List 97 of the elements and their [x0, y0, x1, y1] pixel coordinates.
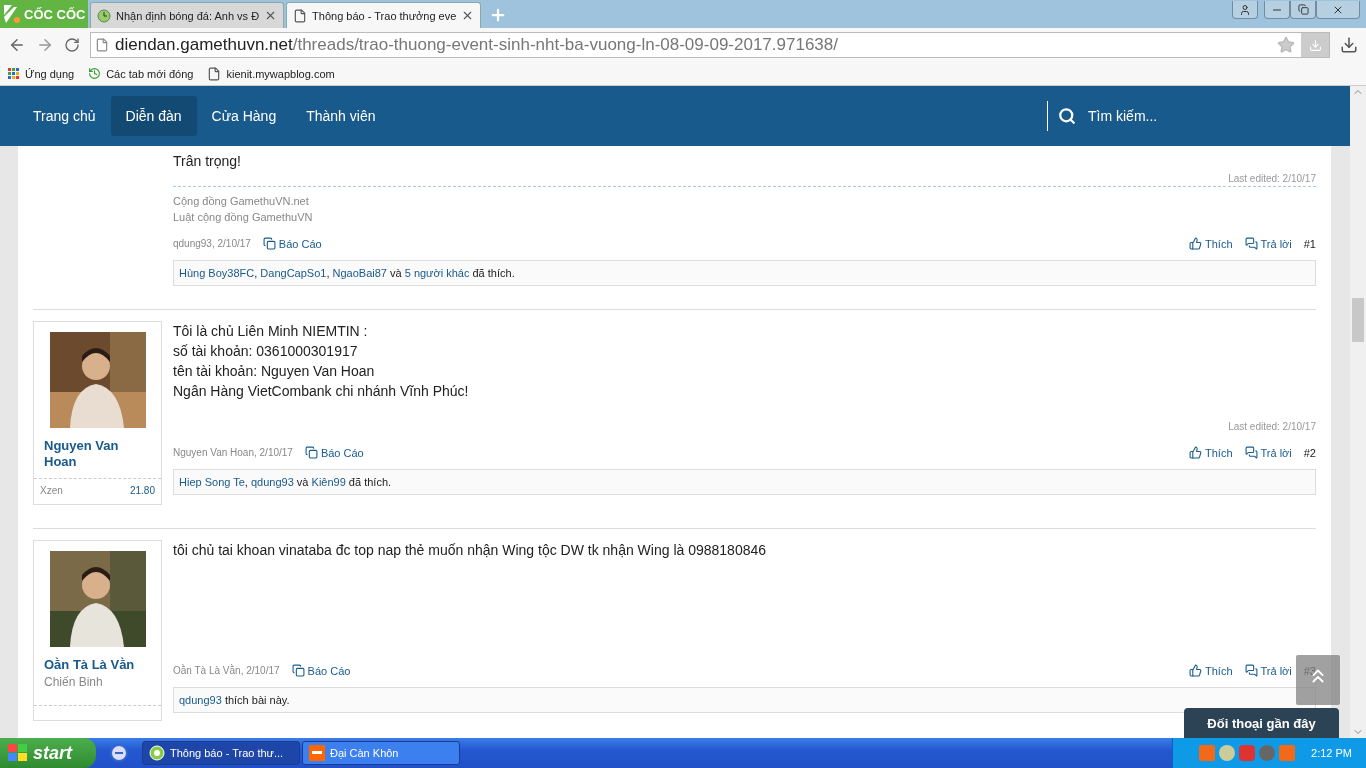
clock-icon [97, 8, 111, 23]
like-link[interactable]: Thích [1189, 664, 1233, 677]
profile-button[interactable] [1232, 1, 1258, 19]
likes-text: Hiep Song Te, qdung93 và Kiên99 đã thích. [173, 469, 1316, 495]
clock: 2:12 PM [1311, 747, 1352, 759]
page-icon [207, 66, 222, 81]
scrollbar[interactable] [1350, 86, 1366, 738]
last-edited: Last edited: 2/10/17 [1228, 173, 1316, 184]
user-name[interactable]: Nguyen Van Hoan [34, 428, 161, 470]
download-icon[interactable] [1340, 36, 1358, 54]
message-text: Ngân Hàng VietCombank chi nhánh Vĩnh Phúc! [173, 382, 470, 401]
forward-icon[interactable] [36, 36, 54, 54]
brand-name: CỐC CỐC [24, 6, 86, 22]
user-link[interactable]: qdung93 [179, 694, 222, 706]
browser-tab[interactable]: Nhận định bóng đá: Anh vs Đ [90, 2, 285, 28]
tray-icon[interactable] [1219, 745, 1236, 761]
taskbar-item[interactable]: Đại Càn Khôn [302, 741, 460, 765]
message-text: tên tài khoản: Nguyen Van Hoan [173, 362, 376, 381]
game-icon [309, 745, 325, 761]
nav-tab[interactable]: Cửa Hàng [196, 96, 292, 136]
like-link[interactable]: Thích [1189, 446, 1233, 459]
post-meta: Nguyen Van Hoan, 2/10/17 [173, 447, 293, 458]
browser-tab[interactable]: Thông báo - Trao thưởng eve [286, 2, 482, 28]
message-text: tôi chủ tai khoan vinataba đc top nap thẻ muốn nhận Wing tộc DW tk nhận Wing là 0988180846 [173, 541, 768, 560]
user-link[interactable]: qdung93 [251, 476, 294, 488]
stat-label: Xzen [40, 485, 63, 496]
report-link[interactable]: Báo Cáo [291, 664, 351, 677]
scroll-thumb[interactable] [1352, 298, 1364, 342]
browser-icon[interactable] [110, 744, 128, 762]
nav-tab[interactable]: Trang chủ [18, 96, 111, 136]
post-meta: Oằn Tà Là Vằn, 2/10/17 [173, 665, 280, 676]
minimize-button[interactable] [1264, 1, 1290, 19]
close-button[interactable] [1316, 1, 1360, 19]
restore-button[interactable] [1290, 1, 1316, 19]
nav-tab[interactable]: Thành viên [291, 96, 391, 136]
back-icon[interactable] [8, 36, 26, 54]
likes-text: Hùng Boy38FC, DangCapSo1, NgaoBai87 và 5 người khác đã thích. [173, 260, 1316, 286]
user-name[interactable]: Oằn Tà Là Vằn [34, 647, 161, 673]
post-meta: qdung93, 2/10/17 [173, 238, 251, 249]
logo-icon [2, 3, 22, 25]
download-icon [1308, 38, 1322, 52]
speech-bubbles-icon [1244, 237, 1258, 250]
stat-value: 21.80 [129, 485, 155, 496]
message-text: số tài khoản: 0361000301917 [173, 342, 359, 361]
chat-panel-tab[interactable]: Đối thoại gần đây [1184, 708, 1339, 738]
reply-link[interactable]: Trả lời [1244, 446, 1292, 459]
save-button[interactable] [1301, 33, 1329, 57]
browser-icon [149, 745, 165, 761]
apps-icon [8, 67, 20, 80]
thumbs-up-icon [1189, 664, 1202, 677]
user-link[interactable]: Hiep Song Te [179, 476, 245, 488]
bookmark-item[interactable]: Ứng dụng [8, 67, 75, 80]
bookmark-item[interactable]: Các tab mới đóng [88, 67, 194, 80]
post-number[interactable]: #1 [1303, 237, 1316, 250]
post-number[interactable]: #2 [1303, 446, 1316, 459]
message-text: Tôi là chủ Liên Minh NIEMTIN : [173, 322, 369, 341]
taskbar-item[interactable]: Thông báo - Trao thư... [142, 741, 300, 765]
tray-icon[interactable] [1239, 745, 1256, 761]
like-link[interactable]: Thích [1189, 237, 1233, 250]
reply-link[interactable]: Trả lời [1244, 237, 1292, 250]
report-icon [304, 446, 318, 459]
report-link[interactable]: Báo Cáo [304, 446, 364, 459]
user-link[interactable]: Kiên99 [311, 476, 346, 488]
reply-link[interactable]: Trả lời [1244, 664, 1292, 677]
star-icon[interactable] [1277, 36, 1295, 54]
signature-text: Cộng đồng GamethuVN.net [173, 194, 310, 209]
signature-text: Luật cộng đồng GamethuVN [173, 210, 314, 225]
bookmark-item[interactable]: kienit.mywapblog.com [207, 66, 335, 81]
reload-icon[interactable] [64, 37, 80, 53]
user-icon [1239, 3, 1251, 16]
search-field[interactable]: Tìm kiếm... [1047, 101, 1332, 131]
report-icon [291, 664, 305, 677]
user-link[interactable]: NgaoBai87 [332, 267, 387, 279]
page-icon [95, 38, 109, 52]
windows-flag-icon [8, 744, 28, 762]
restore-icon [1297, 4, 1309, 15]
thumbs-up-icon [1189, 446, 1202, 459]
history-icon [88, 67, 102, 80]
scroll-top-button[interactable] [1296, 655, 1340, 705]
user-title: Chiến Binh [43, 674, 104, 691]
report-icon [262, 237, 276, 250]
nav-tab[interactable]: Diễn đàn [110, 96, 197, 136]
speech-bubbles-icon [1244, 664, 1258, 677]
tray-icon[interactable] [1199, 745, 1216, 761]
report-link[interactable]: Báo Cáo [262, 237, 322, 250]
thumbs-up-icon [1189, 237, 1202, 250]
page-icon [293, 8, 308, 23]
likes-text: qdung93 thích bài này. [173, 687, 1316, 713]
speech-bubbles-icon [1244, 446, 1258, 459]
user-link[interactable]: 5 người khác [404, 267, 470, 279]
tray-icon[interactable] [1279, 745, 1296, 761]
tray-icon[interactable] [1259, 745, 1276, 761]
last-edited: Last edited: 2/10/17 [1228, 421, 1316, 432]
address-field[interactable]: diendan.gamethuvn.net/threads/trao-thuong-event-sinh-nht-ba-vuong-ln-08-09-09-2017.971638/ [90, 32, 1330, 58]
search-icon [1058, 107, 1076, 125]
message-text: Trân trọng! [173, 152, 242, 171]
start-button[interactable]: start [0, 738, 96, 768]
